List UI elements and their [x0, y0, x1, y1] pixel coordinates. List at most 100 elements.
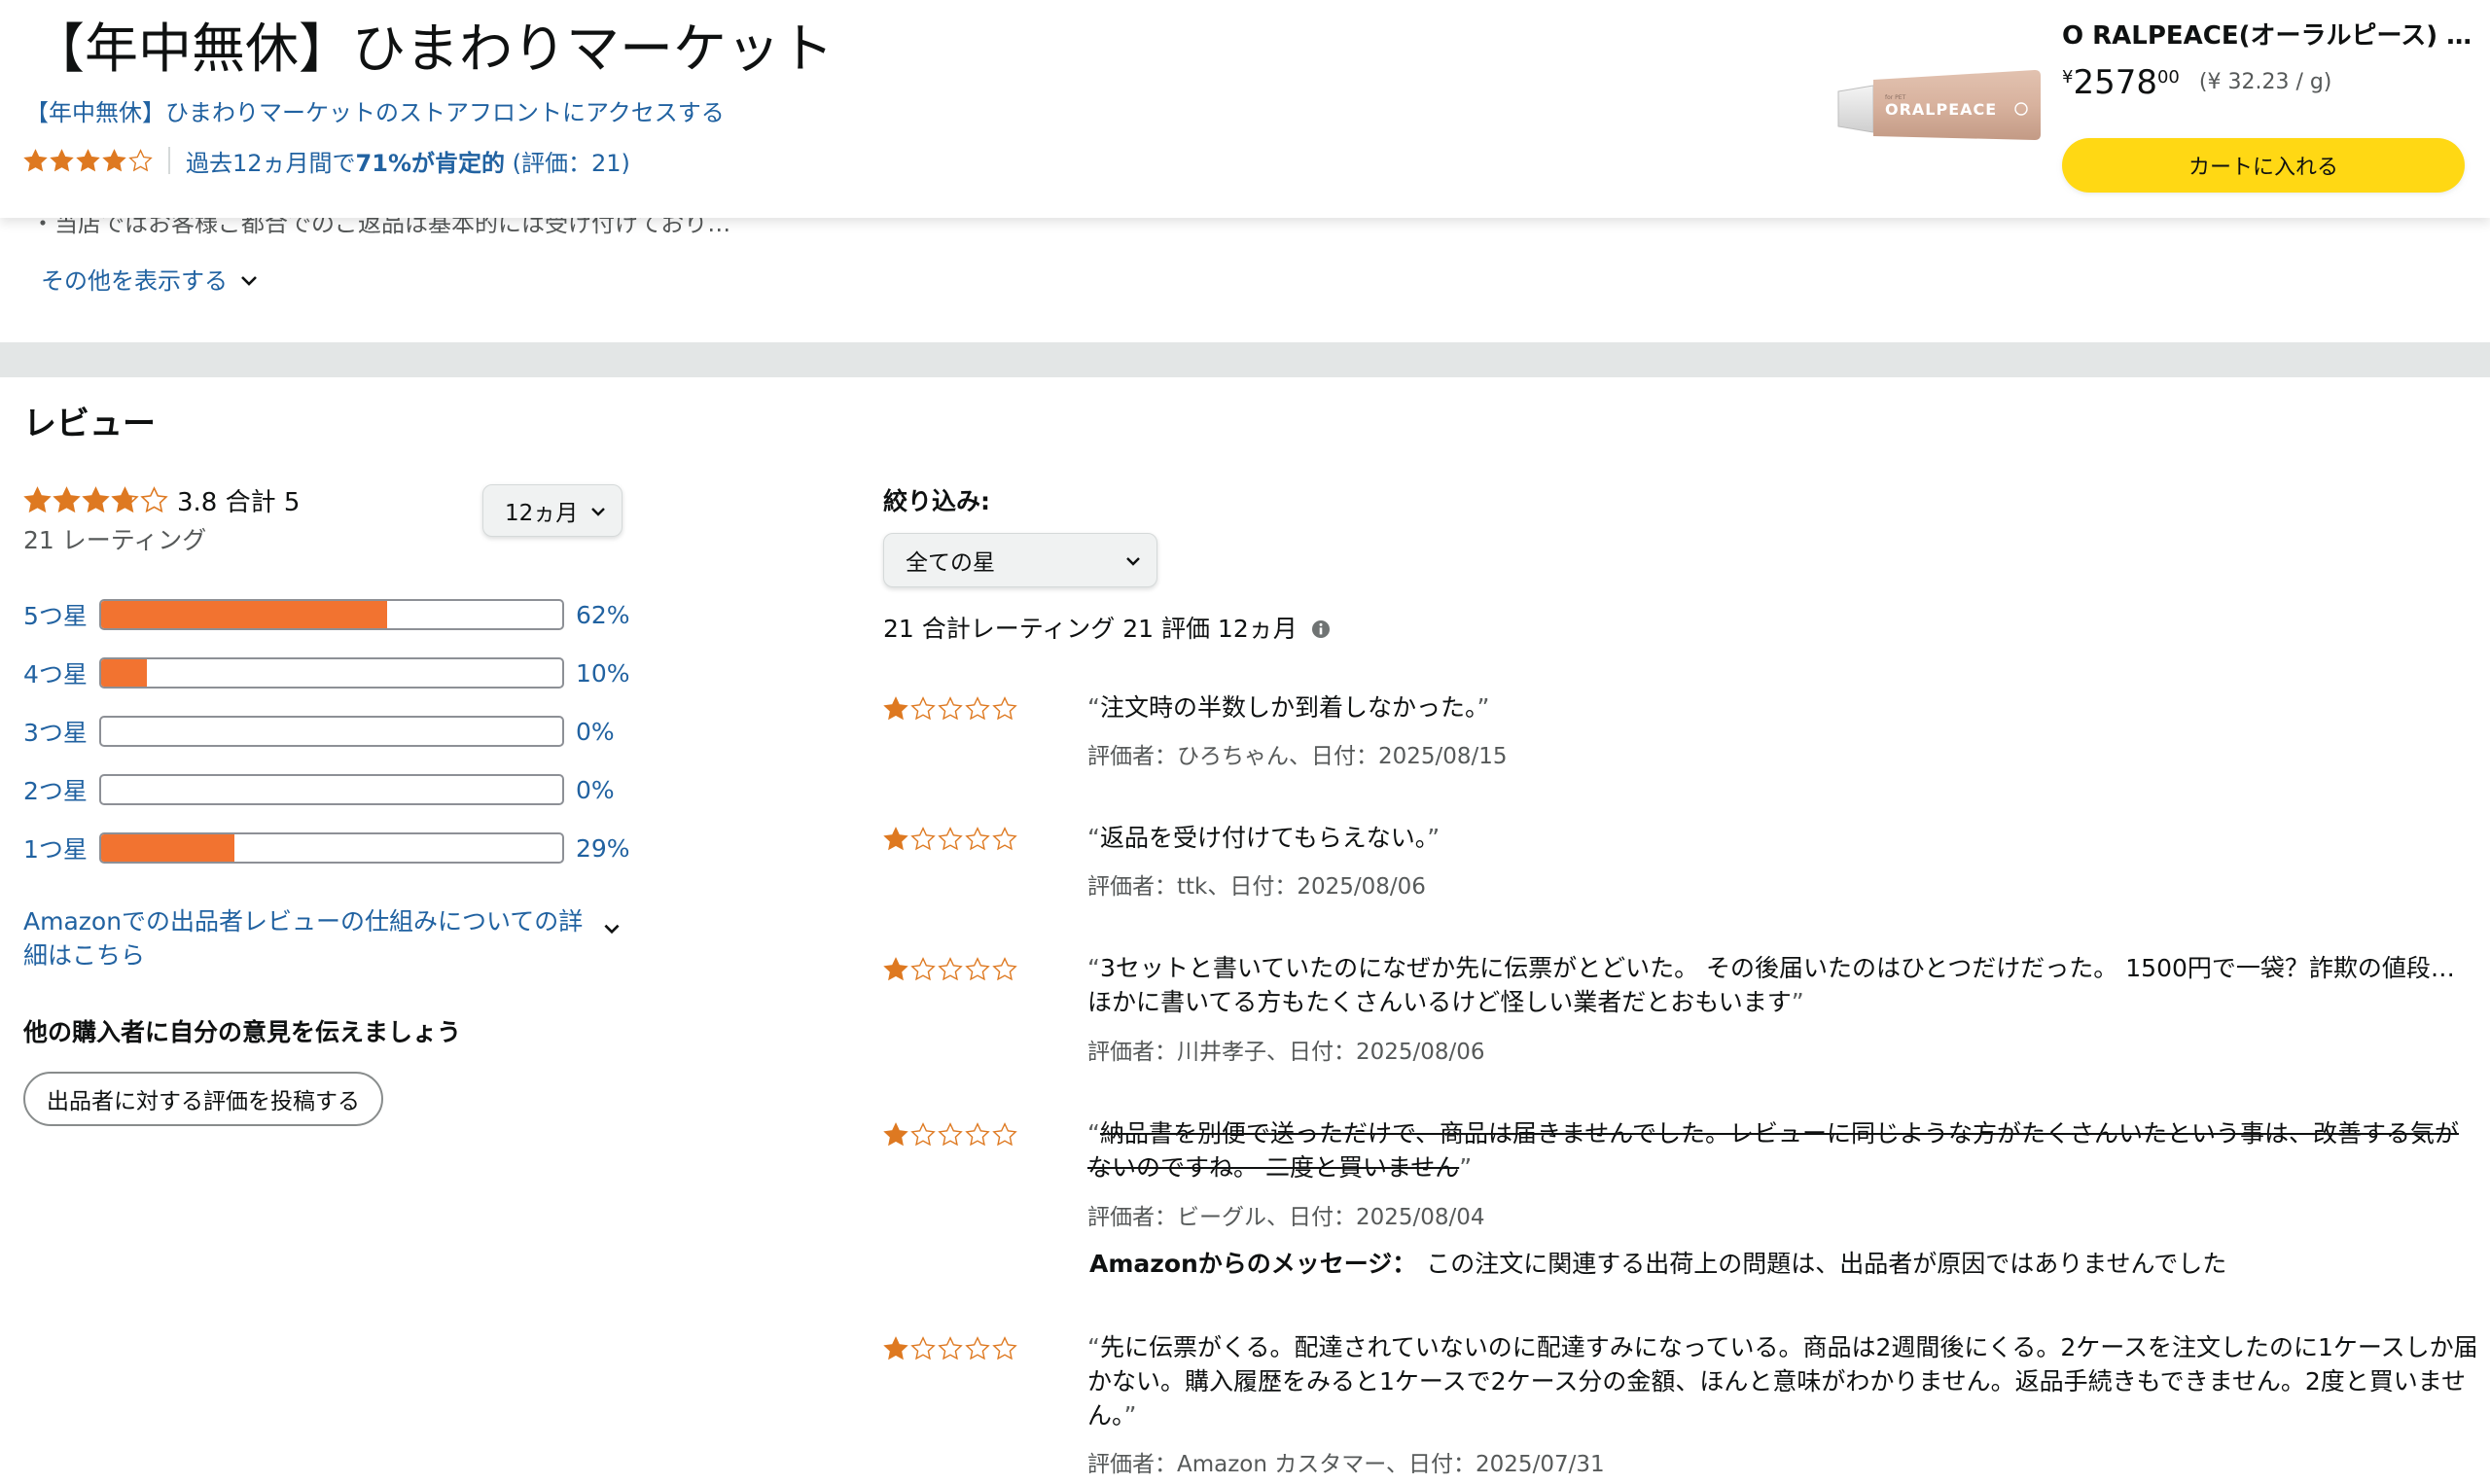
period-dropdown[interactable]: 12ヵ月 — [482, 484, 622, 537]
histogram-bar — [99, 599, 564, 630]
average-rating-stars — [23, 486, 169, 514]
chevron-down-icon — [241, 276, 257, 286]
star-outline-icon — [939, 1337, 962, 1360]
star-icon — [83, 487, 109, 512]
chevron-down-icon — [591, 508, 605, 516]
histogram-row-2[interactable]: 2つ星 0% — [23, 770, 615, 809]
star-icon — [77, 149, 99, 171]
star-outline-icon — [939, 828, 962, 850]
unit-price: (¥ 32.23 / g) — [2198, 70, 2332, 94]
rating-positive: 71%が肯定的 — [355, 149, 505, 177]
histogram-label: 2つ星 — [23, 777, 88, 805]
star-outline-icon — [966, 958, 989, 980]
star-icon — [884, 697, 907, 720]
histogram-percent: 29% — [576, 833, 630, 863]
star-icon — [24, 149, 47, 171]
star-filter-value: 全ての星 — [906, 550, 995, 576]
histogram-percent: 62% — [576, 600, 630, 629]
price-whole: 2578 — [2073, 63, 2157, 102]
add-to-cart-button[interactable]: カートに入れる — [2062, 138, 2465, 193]
histogram-label: 1つ星 — [23, 835, 88, 864]
share-opinion-heading: 他の購入者に自分の意見を伝えましょう — [23, 1018, 462, 1046]
product-price: ¥ 2578 00 (¥ 32.23 / g) — [2062, 60, 2331, 105]
histogram-label: 3つ星 — [23, 719, 88, 747]
star-outline-icon — [939, 1123, 962, 1146]
divider — [168, 147, 170, 174]
review-totals-text: 21 合計レーティング 21 評価 12ヵ月 — [883, 615, 1298, 643]
star-filter-dropdown[interactable]: 全ての星 — [883, 533, 1157, 587]
post-seller-feedback-button[interactable]: 出品者に対する評価を投稿する — [23, 1072, 383, 1126]
chevron-down-icon — [604, 924, 620, 935]
review-text-body: 納品書を別便で送っただけで、商品は届きませんでした。レビューに同じような方がたく… — [1087, 1119, 2459, 1182]
review-text: “3セットと書いていたのになぜか先に伝票がとどいた。 その後届いたのはひとつだけ… — [1087, 954, 2455, 1016]
rating-prefix: 過去12ヵ月間で — [186, 149, 356, 177]
section-divider — [0, 342, 2490, 377]
info-icon[interactable] — [1311, 619, 1331, 639]
star-outline-icon — [966, 1123, 989, 1146]
review-meta: 評価者：ひろちゃん、日付：2025/08/15 — [1087, 744, 1508, 769]
star-outline-icon — [911, 828, 935, 850]
histogram-percent: 10% — [576, 658, 630, 688]
review-stars — [883, 827, 1019, 852]
review-stars — [883, 957, 1019, 982]
star-outline-icon — [993, 697, 1016, 720]
how-reviews-work-label: Amazonでの出品者レビューの仕組みについての詳細はこちら — [23, 907, 584, 970]
store-title: 【年中無休】ひまわりマーケット — [31, 18, 835, 80]
star-icon — [53, 487, 80, 512]
star-outline-icon — [966, 697, 989, 720]
histogram-label: 4つ星 — [23, 660, 88, 689]
star-outline-icon — [911, 1337, 935, 1360]
star-outline-icon — [993, 828, 1016, 850]
star-icon — [884, 1123, 907, 1146]
histogram-bar — [99, 716, 564, 747]
star-outline-icon — [911, 1123, 935, 1146]
star-outline-icon — [911, 958, 935, 980]
histogram-row-5[interactable]: 5つ星 62% — [23, 595, 630, 634]
how-reviews-work-link[interactable]: Amazonでの出品者レビューの仕組みについての詳細はこちら — [23, 904, 620, 972]
star-icon — [884, 958, 907, 980]
reviews-heading: レビュー — [23, 405, 156, 443]
review-meta: 評価者：Amazon カスタマー、日付：2025/07/31 — [1087, 1452, 1605, 1477]
amazon-message-label: Amazonからのメッセージ： — [1089, 1250, 1417, 1278]
star-outline-icon — [966, 828, 989, 850]
star-icon — [24, 487, 51, 512]
histogram-percent: 0% — [576, 717, 615, 746]
star-outline-icon — [993, 958, 1016, 980]
amazon-message: Amazonからのメッセージ： この注文に関連する出荷上の問題は、出品者が原因では… — [1089, 1247, 2226, 1282]
histogram-fill — [101, 659, 148, 687]
histogram-fill — [101, 834, 235, 862]
show-more-label: その他を表示する — [41, 267, 228, 295]
price-fraction: 00 — [2156, 67, 2180, 88]
star-outline-icon — [141, 487, 167, 512]
sticky-header: 【年中無休】ひまわりマーケット 【年中無休】ひまわりマーケットのストアフロントに… — [0, 0, 2490, 218]
show-more-link[interactable]: その他を表示する — [41, 265, 259, 298]
histogram-fill — [101, 601, 387, 628]
storefront-link[interactable]: 【年中無休】ひまわりマーケットのストアフロントにアクセスする — [25, 95, 725, 130]
star-outline-icon — [993, 1337, 1016, 1360]
review-text-body: 注文時の半数しか到着しなかった。 — [1099, 693, 1477, 722]
star-icon — [884, 1337, 907, 1360]
star-outline-icon — [966, 1337, 989, 1360]
review-text: “返品を受け付けてもらえない。” — [1087, 824, 1441, 852]
histogram-bar — [99, 774, 564, 805]
histogram-row-1[interactable]: 1つ星 29% — [23, 829, 630, 867]
star-outline-icon — [911, 697, 935, 720]
star-icon — [103, 149, 125, 171]
product-image-text: ORALPEACE — [1885, 100, 1997, 119]
star-outline-icon — [993, 1123, 1016, 1146]
product-image[interactable]: for PET ORALPEACE — [1834, 62, 2043, 148]
rating-suffix: (評価：21) — [505, 149, 630, 177]
review-stars — [883, 696, 1019, 722]
review-totals: 21 合計レーティング 21 評価 12ヵ月 — [883, 611, 1331, 648]
amazon-message-text: この注文に関連する出荷上の問題は、出品者が原因ではありませんでした — [1426, 1250, 2227, 1278]
histogram-row-4[interactable]: 4つ星 10% — [23, 654, 630, 692]
seller-rating-summary[interactable]: 過去12ヵ月間で71%が肯定的 (評価：21) — [186, 144, 630, 178]
histogram-bar — [99, 832, 564, 864]
review-stars — [883, 1122, 1019, 1148]
review-meta: 評価者：ビーグル、日付：2025/08/04 — [1087, 1205, 1485, 1230]
histogram-row-3[interactable]: 3つ星 0% — [23, 712, 615, 751]
average-rating-text: 3.8 合計 5 — [177, 488, 301, 517]
seller-rating-stars[interactable] — [23, 149, 155, 173]
product-name[interactable]: O RALPEACE(オーラルピース) … — [2062, 18, 2471, 54]
review-text-body: 先に伝票がくる。配達されていないのに配達すみになっている。商品は2週間後にくる。… — [1087, 1333, 2478, 1430]
